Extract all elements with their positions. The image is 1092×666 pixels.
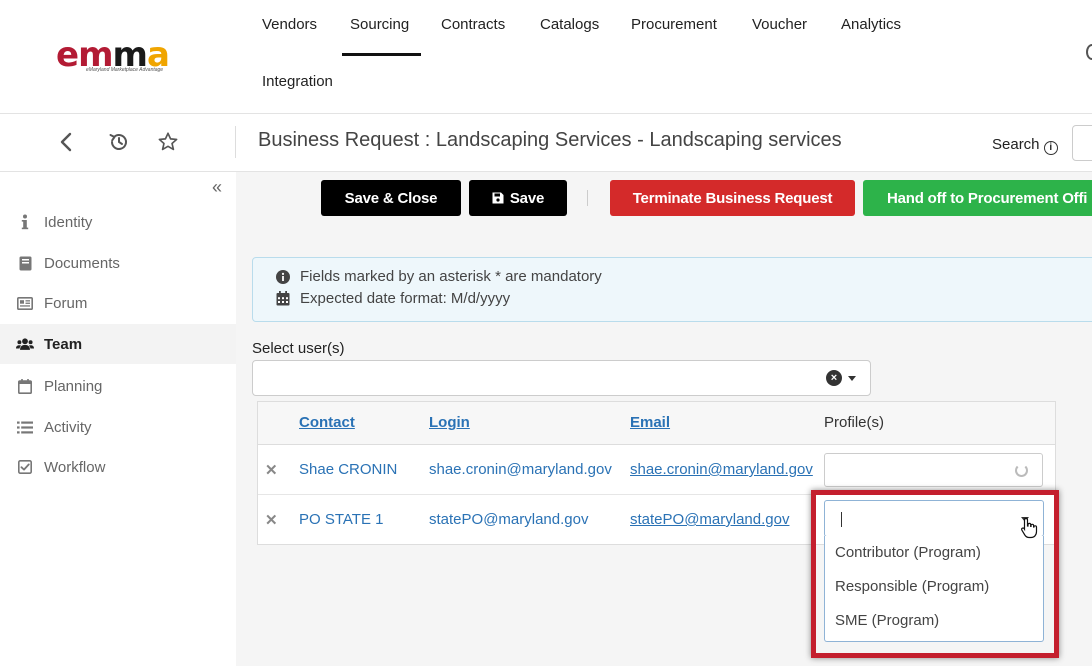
- sidebar-item-label: Activity: [44, 418, 92, 436]
- collapse-sidebar-icon[interactable]: «: [212, 177, 222, 198]
- table-row: ✕ Shae CRONIN shae.cronin@maryland.gov s…: [258, 445, 1055, 495]
- info-circle-icon: i: [1043, 141, 1058, 155]
- top-navigation: emma eMaryland Marketplace Advantage Ven…: [0, 0, 1092, 114]
- nav-contracts[interactable]: Contracts: [441, 0, 505, 56]
- highlight-frame: [811, 490, 1059, 658]
- login-cell: statePO@maryland.gov: [429, 511, 589, 528]
- select-users-label: Select user(s): [252, 340, 345, 357]
- sidebar-item-label: Planning: [44, 377, 103, 395]
- logo-tagline: eMaryland Marketplace Advantage: [86, 67, 164, 73]
- nav-vendors[interactable]: Vendors: [262, 0, 317, 56]
- floppy-disk-icon: [492, 192, 504, 204]
- back-icon[interactable]: [54, 130, 78, 154]
- column-header-contact[interactable]: Contact: [299, 414, 355, 431]
- sidebar-item-label: Documents: [44, 254, 120, 272]
- remove-member-icon[interactable]: ✕: [265, 511, 278, 529]
- caret-down-icon[interactable]: [848, 376, 856, 381]
- email-cell[interactable]: shae.cronin@maryland.gov: [630, 461, 813, 478]
- sidebar-item-documents[interactable]: Documents: [0, 243, 236, 283]
- sidebar-item-label: Workflow: [44, 458, 106, 476]
- info-banner: Fields marked by an asterisk * are manda…: [252, 257, 1092, 322]
- book-icon: [16, 256, 34, 271]
- page-header: Business Request : Landscaping Services …: [0, 114, 1092, 172]
- info-circle-icon: [275, 269, 291, 284]
- email-cell[interactable]: statePO@maryland.gov: [630, 511, 789, 528]
- checkbox-icon: [16, 460, 34, 474]
- login-cell: shae.cronin@maryland.gov: [429, 461, 612, 478]
- column-header-email[interactable]: Email: [630, 414, 670, 431]
- newspaper-icon: [16, 296, 34, 310]
- sidebar-item-planning[interactable]: Planning: [0, 366, 236, 406]
- column-header-login[interactable]: Login: [429, 414, 470, 431]
- nav-catalogs[interactable]: Catalogs: [540, 0, 599, 56]
- profile-select[interactable]: [824, 453, 1043, 487]
- favorite-star-icon[interactable]: [156, 130, 180, 154]
- header-divider: [235, 126, 236, 158]
- sidebar-item-label: Forum: [44, 294, 88, 312]
- nav-integration[interactable]: Integration: [262, 57, 333, 113]
- nav-voucher[interactable]: Voucher: [752, 0, 807, 56]
- toolbar-separator: [587, 190, 588, 206]
- save-button[interactable]: Save: [469, 180, 567, 216]
- save-close-button[interactable]: Save & Close: [321, 180, 461, 216]
- select-users-input[interactable]: ×: [252, 360, 871, 396]
- sidebar: « Identity Documents Forum Team Planning…: [0, 172, 236, 666]
- page-title: Business Request : Landscaping Services …: [258, 129, 842, 151]
- sidebar-item-team[interactable]: Team: [0, 324, 236, 364]
- sidebar-item-label: Team: [44, 335, 83, 353]
- date-format-note: Expected date format: M/d/yyyy: [275, 290, 510, 307]
- search-label: Search i: [992, 136, 1058, 155]
- search-input[interactable]: [1072, 125, 1092, 161]
- list-icon: [16, 421, 34, 434]
- nav-procurement[interactable]: Procurement: [631, 0, 717, 56]
- emma-logo[interactable]: emma eMaryland Marketplace Advantage: [56, 38, 180, 74]
- users-icon: [16, 337, 34, 351]
- history-icon[interactable]: [107, 130, 131, 154]
- column-header-profiles: Profile(s): [824, 414, 885, 431]
- sidebar-item-forum[interactable]: Forum: [0, 283, 236, 323]
- user-menu-icon[interactable]: [1086, 44, 1092, 60]
- sidebar-item-workflow[interactable]: Workflow: [0, 447, 236, 487]
- loading-spinner-icon: [1015, 464, 1028, 477]
- table-header: Contact Login Email Profile(s): [258, 402, 1055, 445]
- sidebar-item-identity[interactable]: Identity: [0, 202, 236, 242]
- calendar-icon: [16, 378, 34, 394]
- clear-selection-icon[interactable]: ×: [826, 370, 842, 386]
- calendar-icon: [275, 291, 291, 306]
- sidebar-item-activity[interactable]: Activity: [0, 407, 236, 447]
- remove-member-icon[interactable]: ✕: [265, 461, 278, 479]
- sidebar-item-label: Identity: [44, 213, 93, 231]
- nav-sourcing[interactable]: Sourcing: [341, 0, 422, 56]
- nav-analytics[interactable]: Analytics: [841, 0, 901, 56]
- mandatory-fields-note: Fields marked by an asterisk * are manda…: [275, 268, 602, 285]
- contact-cell[interactable]: PO STATE 1: [299, 511, 383, 528]
- info-icon: [16, 214, 34, 230]
- hand-off-to-procurement-button[interactable]: Hand off to Procurement Offi: [863, 180, 1092, 216]
- terminate-business-request-button[interactable]: Terminate Business Request: [610, 180, 855, 216]
- contact-cell[interactable]: Shae CRONIN: [299, 461, 397, 478]
- save-button-label: Save: [509, 189, 545, 207]
